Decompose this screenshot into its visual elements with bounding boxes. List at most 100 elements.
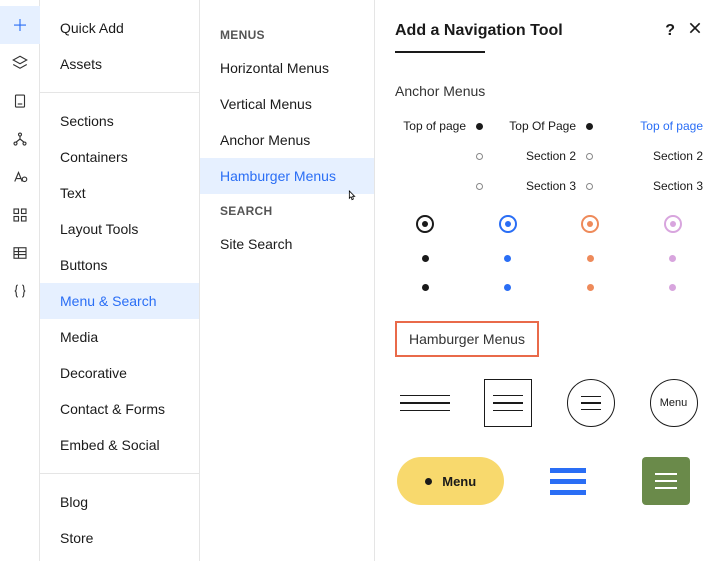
type-icon: [11, 168, 29, 186]
anchor-previews: Top of page Top Of Page Section 2 Sectio…: [395, 117, 703, 195]
category-store[interactable]: Store: [40, 520, 199, 556]
anchor-preview[interactable]: Top of page Section 2 Section 3: [615, 117, 703, 195]
category-assets[interactable]: Assets: [40, 46, 199, 82]
pill-label: Menu: [442, 474, 476, 489]
plus-icon: [11, 16, 29, 34]
hamburger-box-lines[interactable]: [478, 379, 537, 427]
category-menu-search[interactable]: Menu & Search: [40, 283, 199, 319]
grid-icon: [11, 206, 29, 224]
add-panel: Add a Navigation Tool ? Anchor Menus Top…: [375, 0, 723, 561]
anchor-preview[interactable]: Top Of Page Section 2 Section 3: [505, 117, 593, 195]
help-icon[interactable]: ?: [665, 22, 675, 40]
category-quick-add[interactable]: Quick Add: [40, 10, 199, 46]
category-decorative[interactable]: Decorative: [40, 355, 199, 391]
dot-hollow-icon: [586, 153, 593, 160]
category-group: Sections Containers Text Layout Tools Bu…: [40, 93, 199, 474]
submenu-header-menus: MENUS: [200, 18, 374, 50]
category-buttons[interactable]: Buttons: [40, 247, 199, 283]
section-hamburger-title: Hamburger Menus: [395, 321, 539, 357]
dot-hollow-icon: [476, 153, 483, 160]
submenu-horizontal-menus[interactable]: Horizontal Menus: [200, 50, 374, 86]
close-icon[interactable]: [687, 20, 703, 41]
rail-table[interactable]: [0, 234, 40, 272]
submenu-item-label: Hamburger Menus: [220, 168, 336, 184]
category-column: Quick Add Assets Sections Containers Tex…: [40, 0, 200, 561]
dot-hollow-icon: [476, 183, 483, 190]
anchor-label: Section 2: [653, 149, 703, 163]
category-layout-tools[interactable]: Layout Tools: [40, 211, 199, 247]
menu-pill-button: Menu: [397, 457, 504, 505]
menu-text-icon: Menu: [650, 379, 698, 427]
dot-icon: [586, 123, 593, 130]
rail-type[interactable]: [0, 158, 40, 196]
submenu-vertical-menus[interactable]: Vertical Menus: [200, 86, 374, 122]
hamburger-icon: [400, 395, 450, 412]
submenu-header-search: SEARCH: [200, 194, 374, 226]
panel-header-actions: ?: [665, 20, 703, 41]
dot-variant[interactable]: [560, 215, 621, 291]
hamburger-circle-lines[interactable]: [561, 379, 620, 427]
dot-icon: [587, 255, 594, 262]
category-text[interactable]: Text: [40, 175, 199, 211]
panel-tab-indicator: [395, 51, 485, 53]
radio-selected-icon: [664, 215, 682, 233]
category-contact-forms[interactable]: Contact & Forms: [40, 391, 199, 427]
dot-variant-grid: [395, 215, 703, 291]
dot-icon: [504, 255, 511, 262]
anchor-label: Section 2: [526, 149, 576, 163]
category-sections[interactable]: Sections: [40, 103, 199, 139]
category-containers[interactable]: Containers: [40, 139, 199, 175]
dot-icon: [422, 284, 429, 291]
submenu-anchor-menus[interactable]: Anchor Menus: [200, 122, 374, 158]
dot-variant[interactable]: [643, 215, 704, 291]
rail-page[interactable]: [0, 82, 40, 120]
rail-add[interactable]: [0, 6, 40, 44]
anchor-label: Top of page: [403, 119, 466, 133]
panel-header: Add a Navigation Tool ?: [395, 20, 703, 41]
hamburger-icon: [642, 457, 690, 505]
hamburger-icon: [567, 379, 615, 427]
hamburger-icon: [484, 379, 532, 427]
hamburger-pill[interactable]: Menu: [395, 457, 506, 505]
icon-rail: [0, 0, 40, 561]
submenu-column: MENUS Horizontal Menus Vertical Menus An…: [200, 0, 375, 561]
radio-selected-icon: [499, 215, 517, 233]
submenu-site-search[interactable]: Site Search: [200, 226, 374, 262]
rail-nodes[interactable]: [0, 120, 40, 158]
hamburger-green-box[interactable]: [629, 457, 703, 505]
nodes-icon: [11, 130, 29, 148]
category-group: Blog Store: [40, 474, 199, 566]
dot-icon: [422, 255, 429, 262]
dot-icon: [425, 478, 432, 485]
anchor-label: Section 3: [653, 179, 703, 193]
hamburger-blue-lines[interactable]: [530, 468, 604, 495]
dot-icon: [504, 284, 511, 291]
layers-icon: [11, 54, 29, 72]
anchor-label: Section 3: [526, 179, 576, 193]
braces-icon: [11, 282, 29, 300]
category-group: Quick Add Assets: [40, 0, 199, 93]
hamburger-row-1: Menu: [395, 379, 703, 427]
anchor-label: Top of page: [640, 119, 703, 133]
hamburger-lines[interactable]: [395, 395, 454, 412]
rail-grid[interactable]: [0, 196, 40, 234]
anchor-label: Top Of Page: [509, 119, 576, 133]
dot-icon: [669, 284, 676, 291]
hamburger-circle-text[interactable]: Menu: [644, 379, 703, 427]
dot-variant[interactable]: [478, 215, 539, 291]
panel-title: Add a Navigation Tool: [395, 22, 563, 40]
category-embed-social[interactable]: Embed & Social: [40, 427, 199, 463]
section-anchor-title: Anchor Menus: [395, 83, 703, 99]
submenu-hamburger-menus[interactable]: Hamburger Menus: [200, 158, 374, 194]
dot-icon: [587, 284, 594, 291]
category-blog[interactable]: Blog: [40, 484, 199, 520]
rail-layers[interactable]: [0, 44, 40, 82]
rail-code[interactable]: [0, 272, 40, 310]
page-icon: [11, 92, 29, 110]
radio-selected-icon: [416, 215, 434, 233]
category-media[interactable]: Media: [40, 319, 199, 355]
dot-variant[interactable]: [395, 215, 456, 291]
table-icon: [11, 244, 29, 262]
hamburger-icon: [550, 468, 586, 495]
anchor-preview[interactable]: Top of page: [395, 117, 483, 195]
